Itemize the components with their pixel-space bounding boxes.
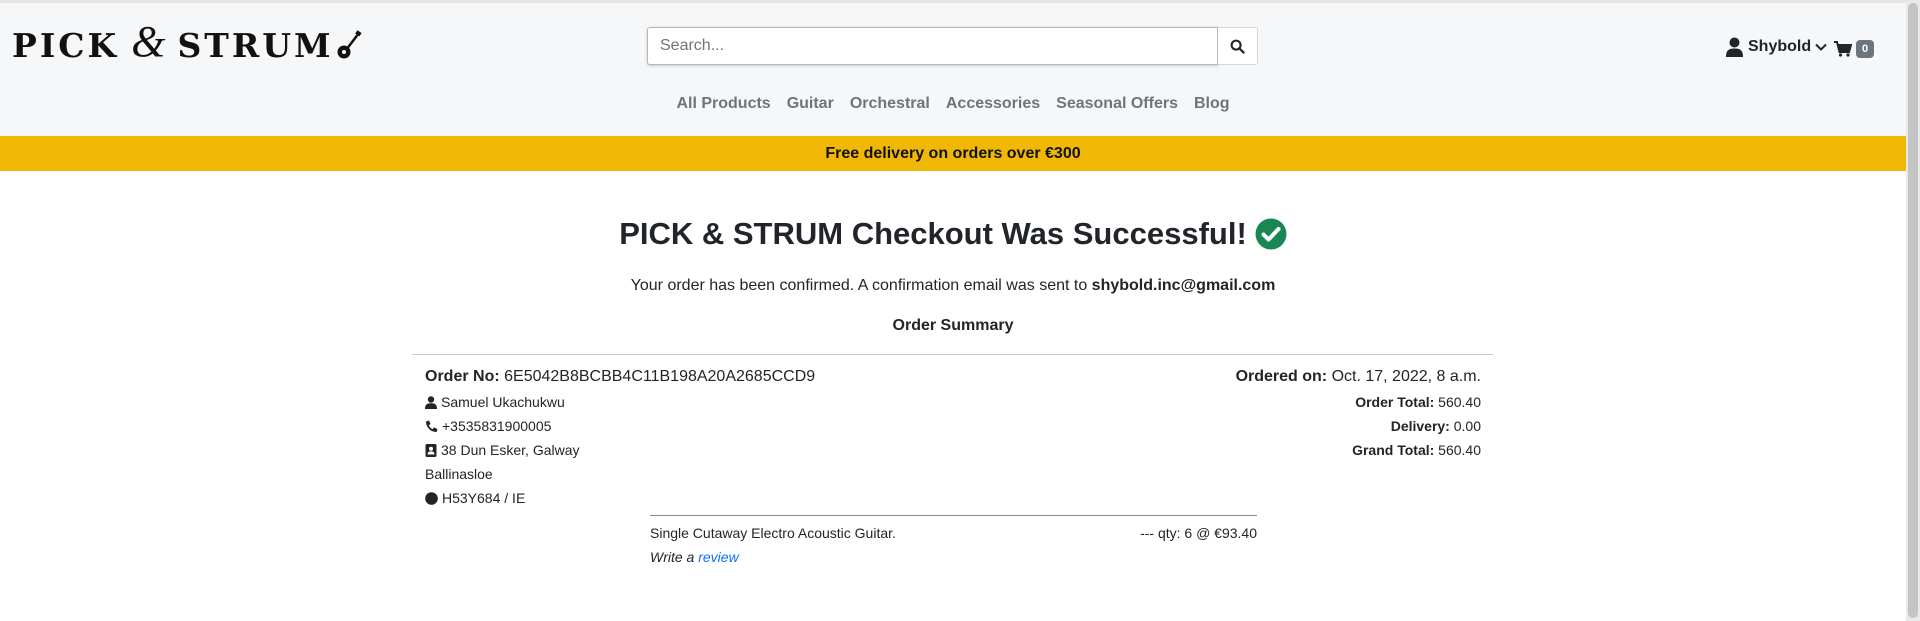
search-icon bbox=[1230, 39, 1245, 54]
order-total-value: 560.40 bbox=[1438, 394, 1481, 410]
logo-ampersand: & bbox=[131, 16, 166, 66]
order-number-label: Order No: bbox=[425, 368, 500, 385]
delivery-row: Delivery: 0.00 bbox=[1236, 414, 1481, 438]
nav-item-guitar[interactable]: Guitar bbox=[787, 95, 834, 113]
site-header: PICK & STRUM Shybold bbox=[0, 3, 1906, 136]
delivery-value: 0.00 bbox=[1453, 418, 1481, 434]
user-icon bbox=[1726, 37, 1743, 57]
summary-divider bbox=[412, 354, 1493, 355]
order-total-label: Order Total: bbox=[1355, 394, 1435, 410]
order-details: Order No: 6E5042B8BCBB4C11B198A20A2685CC… bbox=[425, 364, 815, 510]
logo-text-right: STRUM bbox=[177, 25, 334, 65]
logo-text-left: PICK bbox=[12, 25, 120, 65]
account-username: Shybold bbox=[1748, 38, 1812, 55]
order-number-value: 6E5042B8BCBB4C11B198A20A2685CCD9 bbox=[504, 368, 816, 385]
confirmation-message: Your order has been confirmed. A confirm… bbox=[0, 277, 1906, 295]
phone-icon bbox=[426, 420, 438, 432]
order-totals: Ordered on: Oct. 17, 2022, 8 a.m. Order … bbox=[1236, 364, 1481, 462]
account-menu[interactable]: Shybold bbox=[1726, 37, 1827, 57]
confirmation-text: Your order has been confirmed. A confirm… bbox=[630, 277, 1088, 294]
page-title-text: PICK & STRUM Checkout Was Successful! bbox=[619, 216, 1247, 251]
write-review: Write a review bbox=[650, 547, 739, 567]
nav-item-all-products[interactable]: All Products bbox=[676, 95, 770, 113]
check-circle-icon bbox=[1255, 218, 1287, 250]
customer-address-line2: Ballinasloe bbox=[425, 466, 493, 482]
ordered-on-value: Oct. 17, 2022, 8 a.m. bbox=[1331, 368, 1481, 385]
line-item-quantity: --- qty: 6 @ €93.40 bbox=[1140, 525, 1257, 541]
order-number: Order No: 6E5042B8BCBB4C11B198A20A2685CC… bbox=[425, 364, 815, 390]
order-total-row: Order Total: 560.40 bbox=[1236, 390, 1481, 414]
delivery-banner-text: Free delivery on orders over €300 bbox=[825, 144, 1081, 162]
nav-item-orchestral[interactable]: Orchestral bbox=[850, 95, 930, 113]
chevron-down-icon bbox=[1815, 43, 1827, 51]
customer-phone-row: +3535831900005 bbox=[425, 414, 815, 438]
items-divider bbox=[650, 515, 1257, 516]
customer-postcode-row: H53Y684 / IE bbox=[425, 486, 815, 510]
guitar-icon bbox=[337, 30, 362, 59]
nav-item-seasonal-offers[interactable]: Seasonal Offers bbox=[1056, 95, 1178, 113]
grand-total-row: Grand Total: 560.40 bbox=[1236, 438, 1481, 462]
ordered-on-label: Ordered on: bbox=[1235, 368, 1328, 385]
cart-button[interactable]: 0 bbox=[1834, 40, 1875, 58]
cart-icon bbox=[1834, 41, 1852, 57]
customer-name-row: Samuel Ukachukwu bbox=[425, 390, 815, 414]
search-input[interactable] bbox=[647, 27, 1218, 65]
page-title: PICK & STRUM Checkout Was Successful! bbox=[0, 216, 1906, 252]
delivery-label: Delivery: bbox=[1390, 418, 1450, 434]
circle-icon bbox=[425, 491, 438, 505]
confirmation-email: shybold.inc@gmail.com bbox=[1091, 277, 1276, 294]
nav-item-blog[interactable]: Blog bbox=[1194, 95, 1230, 113]
site-logo[interactable]: PICK & STRUM bbox=[12, 17, 362, 66]
customer-phone: +3535831900005 bbox=[442, 418, 552, 434]
review-link[interactable]: review bbox=[698, 549, 738, 565]
customer-name: Samuel Ukachukwu bbox=[441, 394, 565, 410]
cart-count-badge: 0 bbox=[1856, 40, 1875, 58]
customer-postcode-country: H53Y684 / IE bbox=[442, 490, 526, 506]
ordered-on: Ordered on: Oct. 17, 2022, 8 a.m. bbox=[1236, 364, 1481, 390]
scrollbar[interactable] bbox=[1906, 0, 1920, 621]
grand-total-value: 560.40 bbox=[1438, 442, 1481, 458]
write-review-text: Write a bbox=[650, 549, 695, 565]
scrollbar-thumb[interactable] bbox=[1908, 3, 1918, 618]
user-icon bbox=[425, 395, 437, 409]
customer-address-row: 38 Dun Esker, Galway bbox=[425, 438, 815, 462]
main-nav: All Products Guitar Orchestral Accessori… bbox=[0, 95, 1906, 113]
order-summary-heading: Order Summary bbox=[892, 317, 1014, 334]
address-book-icon bbox=[425, 443, 437, 457]
search-button[interactable] bbox=[1218, 27, 1258, 65]
customer-address-line1: 38 Dun Esker, Galway bbox=[441, 442, 580, 458]
grand-total-label: Grand Total: bbox=[1352, 442, 1435, 458]
search-form bbox=[647, 27, 1258, 65]
nav-item-accessories[interactable]: Accessories bbox=[946, 95, 1040, 113]
delivery-banner: Free delivery on orders over €300 bbox=[0, 136, 1906, 171]
line-item-name: Single Cutaway Electro Acoustic Guitar. bbox=[650, 525, 896, 541]
